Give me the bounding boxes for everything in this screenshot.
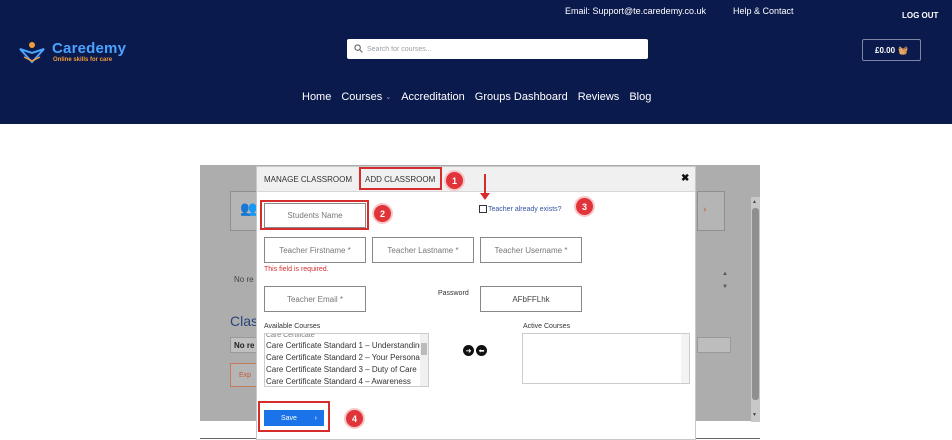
highlight-students-name bbox=[260, 200, 369, 230]
list-scrollbar[interactable] bbox=[681, 334, 689, 383]
cart-button[interactable]: £0.00 🧺 bbox=[862, 39, 921, 61]
modal-header: MANAGE CLASSROOM ADD CLASSROOM ✖ bbox=[257, 167, 695, 192]
chevron-right-icon: › bbox=[703, 204, 707, 215]
main-nav: Home Courses ⌄ Accreditation Groups Dash… bbox=[302, 91, 661, 103]
list-item[interactable]: Care Certificate Standard 4 – Awareness bbox=[265, 376, 421, 386]
add-classroom-modal: MANAGE CLASSROOM ADD CLASSROOM ✖ 1 Stude… bbox=[256, 166, 696, 440]
step-badge-4: 4 bbox=[344, 408, 365, 429]
error-message: This field is required. bbox=[264, 266, 329, 273]
active-courses-list[interactable] bbox=[522, 333, 690, 384]
search-icon[interactable] bbox=[354, 44, 363, 53]
list-item[interactable]: Care Certificate Standard 3 – Duty of Ca… bbox=[265, 364, 421, 376]
logout-link[interactable]: LOG OUT bbox=[902, 11, 938, 20]
password-field[interactable]: AFbFFLhk bbox=[480, 286, 582, 312]
list-item[interactable]: Care Certificate Standard 1 – Understand… bbox=[265, 340, 421, 352]
highlight-save bbox=[258, 401, 330, 432]
background-card-right bbox=[697, 191, 725, 231]
move-buttons: ➜ ⬅ bbox=[463, 345, 487, 356]
teacher-exists-option[interactable]: Teacher already exists? bbox=[479, 205, 562, 213]
list-item[interactable]: Care Certificate Standard 2 – Your Perso… bbox=[265, 352, 421, 364]
list-scrollbar-thumb[interactable] bbox=[421, 343, 427, 355]
arrow-right-icon[interactable]: ➜ bbox=[463, 345, 474, 356]
password-label: Password bbox=[438, 290, 469, 297]
chevron-down-icon: ⌄ bbox=[385, 94, 392, 101]
teacher-exists-checkbox[interactable] bbox=[479, 205, 487, 213]
scroll-down-icon[interactable]: ▼ bbox=[752, 412, 757, 418]
nav-groups-dashboard[interactable]: Groups Dashboard bbox=[475, 91, 568, 103]
scroll-up-icon[interactable]: ▲ bbox=[752, 199, 757, 205]
teacher-lastname-field[interactable]: Teacher Lastname * bbox=[372, 237, 474, 263]
close-icon[interactable]: ✖ bbox=[681, 173, 689, 184]
cart-amount: £0.00 bbox=[875, 45, 896, 55]
background-no-records: No re bbox=[234, 275, 254, 284]
teacher-firstname-field[interactable]: Teacher Firstname * bbox=[264, 237, 366, 263]
background-table-cell bbox=[697, 337, 731, 353]
nav-blog[interactable]: Blog bbox=[629, 91, 651, 103]
users-icon: 👥 bbox=[240, 200, 258, 216]
pointer-arrow-head bbox=[480, 193, 490, 200]
help-contact-link[interactable]: Help & Contact bbox=[733, 6, 794, 16]
arrow-left-icon[interactable]: ⬅ bbox=[476, 345, 487, 356]
active-courses-label: Active Courses bbox=[523, 323, 571, 330]
available-courses-list[interactable]: Care Certificate Care Certificate Standa… bbox=[264, 333, 429, 387]
site-header: Email: Support@te.caredemy.co.uk Help & … bbox=[0, 0, 952, 124]
background-section-title: Clas bbox=[230, 313, 259, 329]
search-input[interactable] bbox=[367, 39, 642, 59]
step-badge-3: 3 bbox=[574, 196, 595, 217]
teacher-email-field[interactable]: Teacher Email * bbox=[264, 286, 366, 312]
step-badge-1: 1 bbox=[444, 170, 465, 191]
nav-accreditation[interactable]: Accreditation bbox=[401, 91, 465, 103]
step-badge-2: 2 bbox=[372, 203, 393, 224]
nav-home[interactable]: Home bbox=[302, 91, 331, 103]
brand-tagline: Online skills for care bbox=[53, 57, 113, 63]
available-courses-label: Available Courses bbox=[264, 323, 321, 330]
nav-courses[interactable]: Courses ⌄ bbox=[341, 91, 391, 103]
teacher-exists-label[interactable]: Teacher already exists? bbox=[488, 206, 562, 213]
nav-courses-label: Courses bbox=[341, 91, 383, 103]
list-scrollbar[interactable] bbox=[420, 334, 428, 386]
tab-manage-classroom[interactable]: MANAGE CLASSROOM bbox=[264, 175, 352, 184]
logo[interactable]: Caredemy Online skills for care bbox=[16, 40, 146, 66]
basket-icon: 🧺 bbox=[898, 45, 908, 55]
search-bar bbox=[347, 39, 648, 59]
brand-name: Caredemy bbox=[52, 40, 127, 57]
page-scrollbar-thumb[interactable] bbox=[752, 208, 759, 400]
teacher-username-field[interactable]: Teacher Username * bbox=[480, 237, 582, 263]
logo-mark-icon bbox=[19, 42, 45, 64]
background-sort-arrows: ▲ ▼ bbox=[722, 271, 728, 290]
highlight-add-classroom bbox=[359, 167, 442, 190]
support-email[interactable]: Email: Support@te.caredemy.co.uk bbox=[565, 6, 706, 16]
nav-reviews[interactable]: Reviews bbox=[578, 91, 620, 103]
